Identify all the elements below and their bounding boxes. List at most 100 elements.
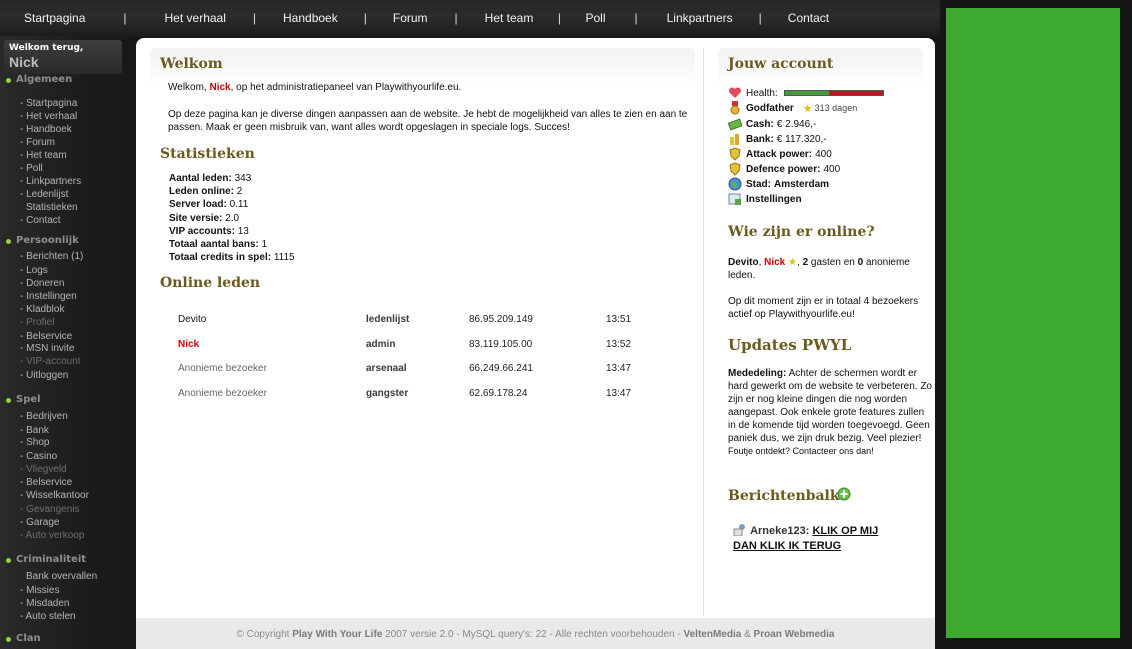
stat-value: 2.0 — [225, 212, 240, 224]
nav-item-linkpartners[interactable]: Linkpartners — [667, 11, 733, 25]
rank-row: Godfather ★ 313 dagen — [728, 101, 857, 115]
nav-separator: | — [252, 11, 257, 25]
add-message-icon[interactable] — [837, 487, 851, 501]
sidebar-item-belservice[interactable]: - Belservice — [20, 331, 72, 342]
bullet-icon — [6, 558, 11, 563]
sidebar-item-belservice[interactable]: - Belservice — [20, 477, 72, 488]
sidebar-item-instellingen[interactable]: - Instellingen — [20, 291, 77, 302]
sidebar-item-vip-account[interactable]: - VIP-account — [20, 356, 81, 367]
who-online-user2[interactable]: Nick — [764, 257, 785, 268]
footer-dev1[interactable]: VeltenMedia — [684, 629, 742, 640]
sidebar-item-doneren[interactable]: - Doneren — [20, 278, 64, 289]
table-row: Anonieme bezoeker arsenaal 66.249.66.241 13… — [178, 363, 648, 383]
bullet-icon — [6, 637, 11, 642]
updates-label: Mededeling: — [728, 368, 787, 379]
footer: © Copyright Play With Your Life 2007 ver… — [136, 618, 935, 649]
online-name-cell[interactable]: Nick — [178, 339, 199, 350]
sidebar-item-berichten-1[interactable]: - Berichten (1) — [20, 251, 83, 262]
welcome-username[interactable]: Nick — [9, 54, 117, 70]
column-divider — [703, 48, 704, 616]
sidebar-item-bank-overvallen[interactable]: Bank overvallen — [26, 571, 97, 582]
nav-item-poll[interactable]: Poll — [585, 11, 605, 25]
cash-label: Cash: — [746, 118, 774, 130]
sidebar-section-title: Spel — [16, 394, 41, 405]
stat-row: Totaal credits in spel: 1115 — [169, 252, 295, 263]
health-bar-fill — [784, 91, 829, 95]
sidebar-item-logs[interactable]: - Logs — [20, 265, 48, 276]
footer-dev2[interactable]: Proan Webmedia — [754, 629, 835, 640]
online-name-cell[interactable]: Anonieme bezoeker — [178, 388, 267, 399]
sidebar-section-criminaliteit: Criminaliteit — [6, 554, 86, 565]
sidebar-item-contact[interactable]: - Contact — [20, 215, 61, 226]
nav-item-het-verhaal[interactable]: Het verhaal — [165, 11, 226, 25]
sidebar-item-casino[interactable]: - Casino — [20, 451, 57, 462]
nav-item-handboek[interactable]: Handboek — [283, 11, 338, 25]
sidebar-item-gevangenis[interactable]: - Gevangenis — [20, 504, 79, 515]
nav-separator: | — [758, 11, 762, 25]
sidebar-section-persoonlijk: Persoonlijk — [6, 235, 79, 246]
stat-value: 1 — [261, 239, 268, 250]
sidebar-item-forum[interactable]: - Forum — [20, 137, 55, 148]
nav-item-contact[interactable]: Contact — [788, 11, 829, 25]
sidebar-item-poll[interactable]: - Poll — [20, 163, 43, 174]
stat-label: Totaal credits in spel: — [169, 252, 272, 264]
nav-item-het-team[interactable]: Het team — [485, 11, 534, 25]
star-icon: ★ — [802, 102, 813, 115]
nav-item-startpagina[interactable]: Startpagina — [24, 11, 85, 25]
online-place-cell: arsenaal — [366, 363, 407, 374]
nav-item-forum[interactable]: Forum — [393, 11, 428, 25]
sidebar-item-garage[interactable]: - Garage — [20, 517, 59, 528]
settings-row[interactable]: Instellingen — [728, 192, 805, 206]
sidebar-section-clan: Clan — [6, 633, 41, 644]
sidebar-section-title: Clan — [16, 633, 41, 644]
sidebar-item-ledenlijst[interactable]: - Ledenlijst — [20, 189, 68, 200]
sidebar-item-profiel[interactable]: - Profiel — [20, 317, 54, 328]
cash-row: Cash: € 2.946,- — [728, 117, 816, 131]
sidebar-item-het-verhaal[interactable]: - Het verhaal — [20, 111, 77, 122]
sidebar-item-het-team[interactable]: - Het team — [20, 150, 67, 161]
city-row: Stad: Amsterdam — [728, 177, 829, 191]
stat-row: Site versie: 2.0 — [169, 213, 239, 224]
sidebar-item-msn-invite[interactable]: - MSN invite — [20, 343, 74, 354]
sidebar-item-misdaden[interactable]: - Misdaden — [20, 598, 69, 609]
sidebar-item-shop[interactable]: - Shop — [20, 437, 49, 448]
messages-title: Berichtenbalk — [728, 488, 840, 504]
health-bar-rest — [828, 91, 883, 95]
shield-icon — [729, 147, 741, 161]
sidebar-item-auto-verkoop[interactable]: - Auto verkoop — [20, 530, 84, 541]
sidebar-item-startpagina[interactable]: - Startpagina — [20, 98, 77, 109]
who-online-text-mid: gasten en — [808, 257, 858, 268]
settings-link[interactable]: Instellingen — [746, 194, 802, 205]
sidebar-item-statistieken[interactable]: Statistieken — [26, 202, 78, 213]
nav-separator: | — [634, 11, 638, 25]
stat-label: Site versie: — [169, 212, 223, 224]
sidebar-item-bank[interactable]: - Bank — [20, 425, 49, 436]
sidebar-item-vliegveld[interactable]: - Vliegveld — [20, 464, 67, 475]
sidebar-item-handboek[interactable]: - Handboek — [20, 124, 72, 135]
who-online-user1[interactable]: Devito — [728, 257, 759, 268]
sidebar-item-linkpartners[interactable]: - Linkpartners — [20, 176, 81, 187]
online-name-cell[interactable]: Anonieme bezoeker — [178, 363, 267, 374]
message-entry: Arneke123: KLIK OP MIJ DAN KLIK IK TERUG — [733, 523, 893, 554]
welcome-line-user[interactable]: Nick — [210, 82, 231, 93]
sidebar-item-auto-stelen[interactable]: - Auto stelen — [20, 611, 76, 622]
stat-row: Server load: 0.11 — [169, 199, 248, 210]
city-value: Amsterdam — [774, 178, 830, 190]
online-time-cell: 13:52 — [606, 338, 632, 350]
welcome-box: Welkom terug, Nick — [4, 40, 122, 74]
gold-coins-icon — [730, 134, 739, 145]
city-label: Stad: — [746, 178, 771, 190]
sidebar-item-kladblok[interactable]: - Kladblok — [20, 304, 64, 315]
sidebar-item-missies[interactable]: - Missies — [20, 585, 59, 596]
footer-site[interactable]: Play With Your Life — [292, 629, 382, 640]
updates-text: Achter de schermen wordt er hard gewerkt… — [728, 368, 932, 444]
sidebar-item-wisselkantoor[interactable]: - Wisselkantoor — [20, 490, 89, 501]
message-user-icon — [733, 524, 745, 537]
sidebar-section-title: Persoonlijk — [16, 235, 79, 246]
sidebar-item-bedrijven[interactable]: - Bedrijven — [20, 411, 68, 422]
sidebar-item-uitloggen[interactable]: - Uitloggen — [20, 370, 68, 381]
message-author[interactable]: Arneke123: — [750, 525, 809, 537]
attack-value: 400 — [815, 148, 832, 160]
defence-label: Defence power: — [746, 163, 821, 175]
online-name-cell[interactable]: Devito — [178, 314, 206, 325]
